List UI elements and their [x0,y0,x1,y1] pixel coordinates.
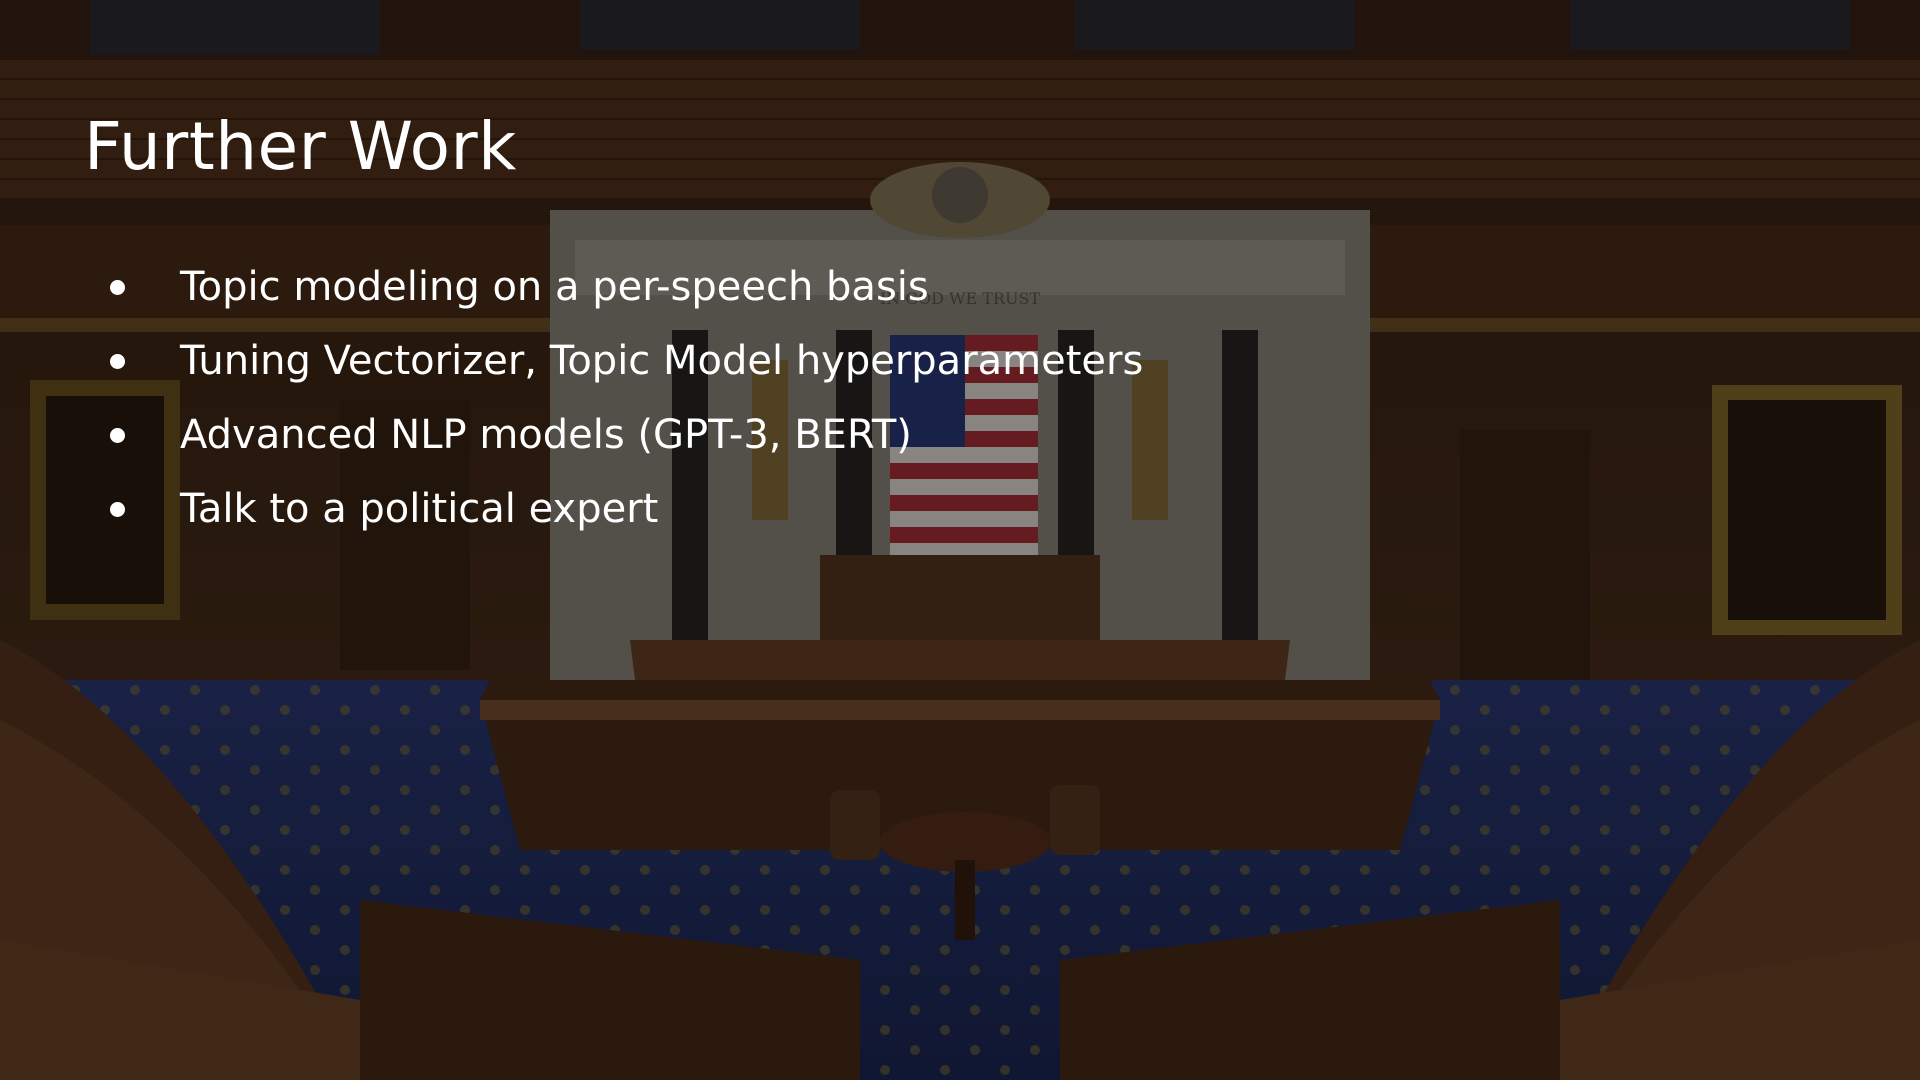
bullet-text: Talk to a political expert [180,486,659,532]
bullet-list: Topic modeling on a per-speech basis Tun… [108,258,1143,554]
bullet-item: Tuning Vectorizer, Topic Model hyperpara… [108,332,1143,406]
bullet-text: Advanced NLP models (GPT-3, BERT) [180,412,912,458]
bullet-dot-icon [110,428,125,443]
slide-title: Further Work [84,108,517,185]
bullet-item: Topic modeling on a per-speech basis [108,258,1143,332]
bullet-text: Tuning Vectorizer, Topic Model hyperpara… [180,338,1144,384]
bullet-dot-icon [110,280,125,295]
bullet-dot-icon [110,502,125,517]
bullet-item: Talk to a political expert [108,480,1143,554]
bullet-item: Advanced NLP models (GPT-3, BERT) [108,406,1143,480]
bullet-text: Topic modeling on a per-speech basis [180,264,929,310]
bullet-dot-icon [110,354,125,369]
